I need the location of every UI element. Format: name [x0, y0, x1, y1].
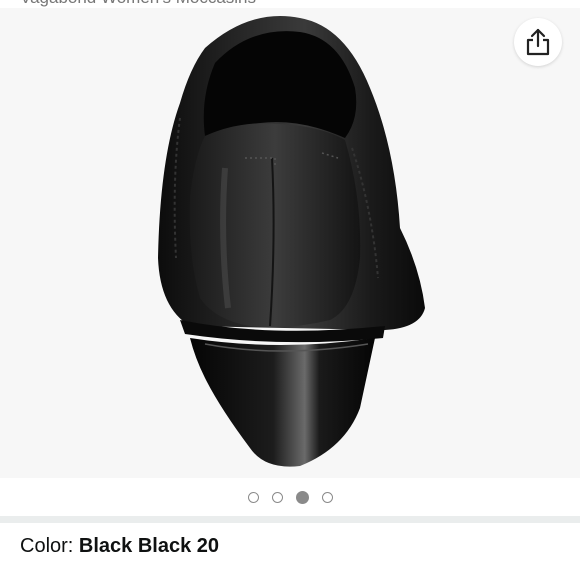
pagination-dot-2[interactable] — [271, 491, 283, 503]
section-divider — [0, 516, 580, 523]
pagination-dot-3-active[interactable] — [295, 490, 309, 504]
color-value: Black Black 20 — [78, 535, 220, 557]
pagination-dot-1[interactable] — [247, 491, 259, 503]
color-selection: Color: Black Black 20 — [20, 535, 219, 558]
product-image — [158, 16, 425, 467]
pagination-dot-4[interactable] — [321, 491, 333, 503]
product-image-gallery[interactable] — [0, 8, 580, 478]
share-icon — [526, 28, 550, 56]
share-button[interactable] — [514, 18, 562, 66]
product-detail-page: Vagabond Women's Moccasins — [0, 0, 580, 580]
image-pagination — [0, 478, 580, 516]
color-label: Color: — [20, 535, 79, 557]
product-title: Vagabond Women's Moccasins — [20, 0, 256, 8]
